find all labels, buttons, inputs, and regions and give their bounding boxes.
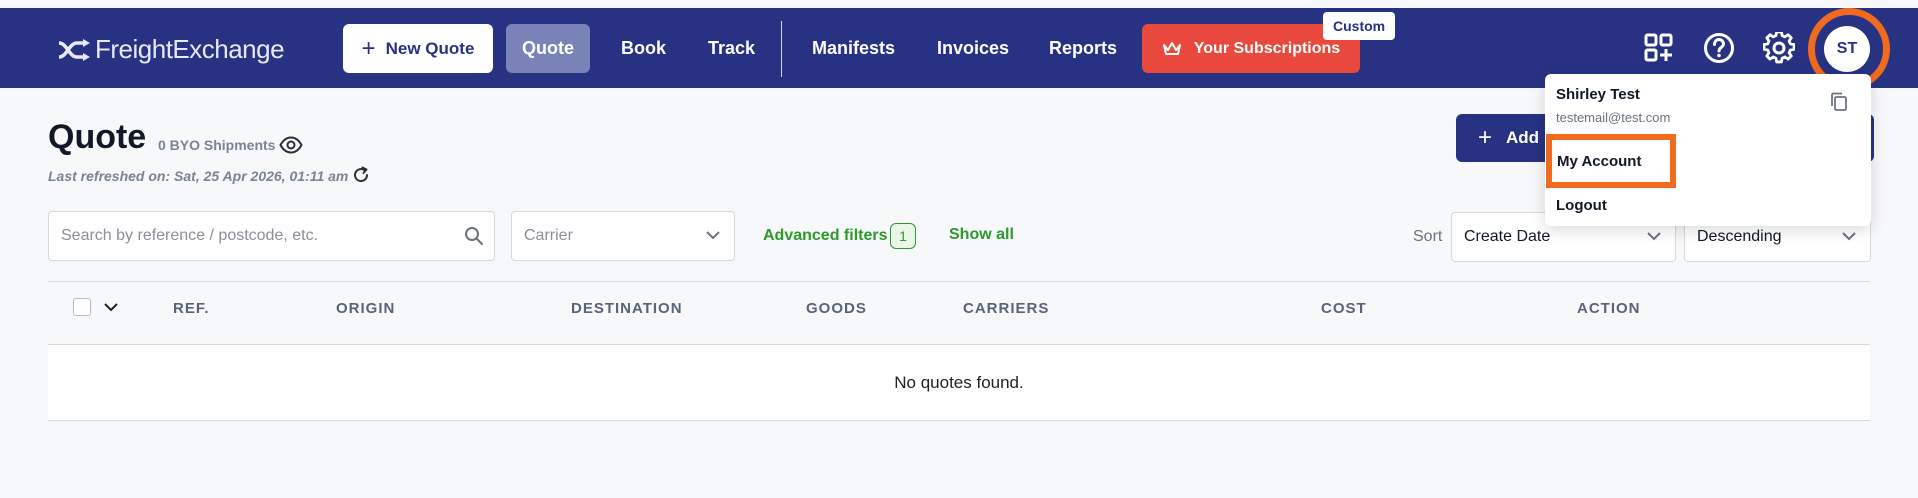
- chevron-down-icon: [706, 231, 720, 240]
- column-header-goods[interactable]: GOODS: [806, 300, 867, 317]
- sort-field-value: Create Date: [1464, 228, 1551, 245]
- crown-icon: [1162, 41, 1181, 55]
- search-input[interactable]: [49, 212, 439, 260]
- search-icon[interactable]: [464, 226, 484, 251]
- new-quote-button[interactable]: + New Quote: [343, 24, 493, 73]
- advanced-filters-link[interactable]: Advanced filters: [763, 227, 887, 245]
- search-box: [48, 211, 495, 261]
- chevron-down-icon: [1842, 232, 1856, 241]
- logo-icon: [58, 38, 90, 61]
- nav-divider: [781, 21, 782, 77]
- nav-item-invoices[interactable]: Invoices: [937, 24, 1009, 73]
- last-refreshed-text: Last refreshed on: Sat, 25 Apr 2026, 01:…: [48, 168, 349, 184]
- plus-icon: +: [361, 34, 376, 62]
- nav-item-book[interactable]: Book: [621, 24, 666, 73]
- nav-item-reports[interactable]: Reports: [1049, 24, 1117, 73]
- carrier-select-value: Carrier: [524, 227, 573, 244]
- logo-text: FreightExchange: [95, 34, 285, 64]
- column-header-ref[interactable]: REF.: [173, 300, 210, 317]
- logo[interactable]: FreightExchange: [57, 34, 285, 65]
- user-email: testemail@test.com: [1556, 110, 1671, 125]
- page-title: Quote: [48, 118, 147, 156]
- column-header-action: ACTION: [1577, 300, 1641, 317]
- byo-shipment-count: 0 BYO Shipments: [158, 137, 276, 153]
- refresh-icon[interactable]: [352, 166, 370, 189]
- carrier-select[interactable]: Carrier: [511, 211, 735, 261]
- column-header-destination[interactable]: DESTINATION: [571, 300, 683, 317]
- empty-state-message: No quotes found.: [48, 345, 1870, 421]
- eye-icon[interactable]: [279, 136, 303, 159]
- new-quote-label: New Quote: [385, 38, 475, 58]
- column-header-carriers[interactable]: CARRIERS: [963, 300, 1049, 317]
- chevron-down-icon: [1647, 232, 1661, 241]
- subscriptions-label: Your Subscriptions: [1193, 39, 1341, 57]
- help-icon[interactable]: [1701, 30, 1737, 66]
- plus-icon: +: [1478, 124, 1493, 151]
- logout-menu-item[interactable]: Logout: [1556, 197, 1607, 214]
- plan-badge: Custom: [1323, 12, 1396, 40]
- apps-add-icon[interactable]: [1641, 30, 1677, 66]
- nav-item-quote[interactable]: Quote: [506, 24, 590, 73]
- my-account-menu-item[interactable]: My Account: [1546, 134, 1676, 188]
- user-name: Shirley Test: [1556, 86, 1640, 103]
- select-all-checkbox[interactable]: [73, 298, 91, 316]
- my-account-label: My Account: [1557, 152, 1642, 170]
- nav-item-track[interactable]: Track: [708, 24, 755, 73]
- column-header-cost[interactable]: COST: [1321, 300, 1367, 317]
- show-all-link[interactable]: Show all: [949, 226, 1014, 244]
- copy-icon[interactable]: [1830, 92, 1848, 117]
- user-avatar[interactable]: ST: [1824, 26, 1870, 72]
- sort-order-value: Descending: [1697, 228, 1782, 245]
- add-button-label: Add: [1506, 128, 1540, 147]
- gear-icon[interactable]: [1761, 30, 1797, 66]
- column-header-origin[interactable]: ORIGIN: [336, 300, 395, 317]
- nav-item-manifests[interactable]: Manifests: [812, 24, 895, 73]
- sort-label: Sort: [1413, 228, 1443, 245]
- advanced-filters-count: 1: [890, 223, 916, 249]
- chevron-down-icon[interactable]: [104, 302, 118, 312]
